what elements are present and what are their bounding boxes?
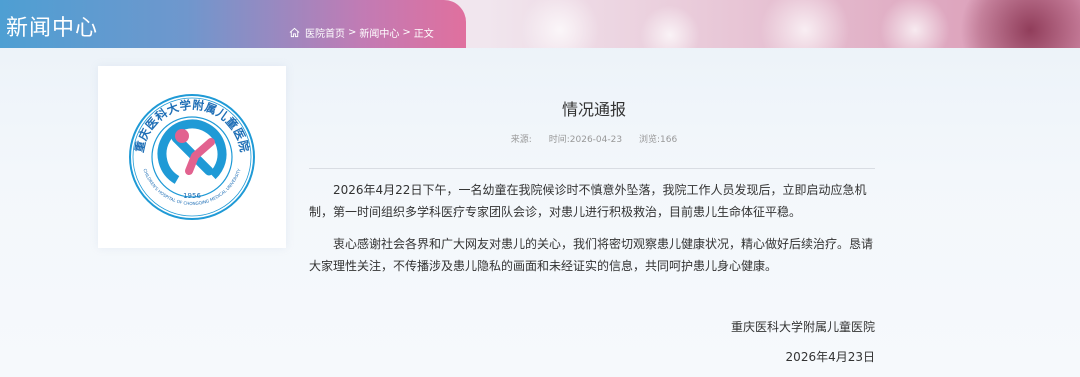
breadcrumb-home-link[interactable]: 医院首页 [305, 25, 345, 40]
breadcrumb-separator: > [348, 27, 357, 38]
hospital-logo: 重庆医科大学附属儿童医院 CHILDREN'S HOSPITAL OF CHON… [129, 94, 255, 220]
article-signature: 重庆医科大学附属儿童医院 [730, 320, 875, 334]
header-banner: 新闻中心 医院首页 > 新闻中心 > 正文 [0, 0, 1080, 48]
banner-decoration [640, 5, 700, 48]
meta-views-value: 166 [660, 135, 678, 145]
breadcrumb-separator: > [402, 27, 411, 38]
section-title-tab: 新闻中心 医院首页 > 新闻中心 > 正文 [0, 0, 466, 48]
banner-decoration [520, 0, 600, 48]
logo-year: 1956 [183, 192, 201, 200]
meta-time-label: 时间: [548, 135, 570, 145]
hospital-logo-card: 重庆医科大学附属儿童医院 CHILDREN'S HOSPITAL OF CHON… [98, 66, 286, 248]
meta-divider [309, 168, 875, 169]
home-icon[interactable] [289, 27, 300, 38]
meta-time-value: 2026-04-23 [569, 135, 623, 145]
breadcrumb-news-link[interactable]: 新闻中心 [359, 25, 399, 40]
article-date: 2026年4月23日 [785, 350, 875, 364]
meta-views-label: 浏览: [638, 135, 660, 145]
banner-decoration [880, 0, 950, 48]
meta-source-label: 来源: [510, 135, 532, 145]
article-paragraph-2: 衷心感谢社会各界和广大网友对患儿的关心，我们将密切观察患儿健康状况，精心做好后续… [309, 237, 874, 273]
article-title: 情况通报 [561, 100, 626, 119]
banner-decoration [760, 0, 850, 48]
article-meta: 来源: 时间:2026-04-23 浏览:166 [309, 132, 879, 145]
breadcrumb: 医院首页 > 新闻中心 > 正文 [289, 25, 434, 40]
banner-decoration [960, 0, 1080, 48]
breadcrumb-current: 正文 [413, 29, 434, 40]
section-title: 新闻中心 [6, 16, 99, 41]
article-paragraph-1: 2026年4月22日下午，一名幼童在我院候诊时不慎意外坠落，我院工作人员发现后，… [309, 183, 867, 219]
